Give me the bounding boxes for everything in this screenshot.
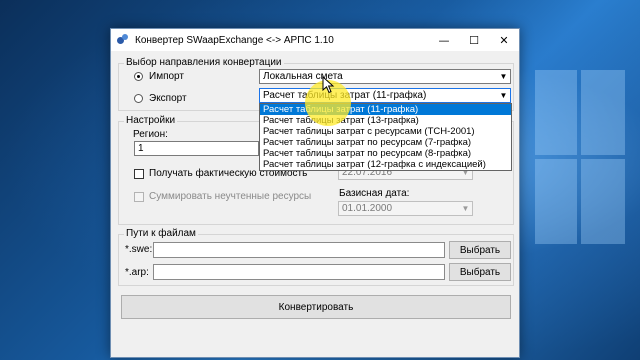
import-format-combo[interactable]: Локальная смета ▼ bbox=[259, 69, 511, 84]
settings-group-legend: Настройки bbox=[124, 115, 178, 126]
paths-group-legend: Пути к файлам bbox=[124, 228, 198, 239]
region-label: Регион: bbox=[133, 129, 168, 140]
export-format-dropdown-list: Расчет таблицы затрат (11-графка) Расчет… bbox=[259, 103, 512, 171]
export-format-combo[interactable]: Расчет таблицы затрат (11-графка) ▼ bbox=[259, 88, 511, 103]
dropdown-option[interactable]: Расчет таблицы затрат (13-графка) bbox=[260, 115, 511, 126]
browse-arp-button[interactable]: Выбрать bbox=[449, 263, 511, 281]
swe-path-input[interactable] bbox=[153, 242, 445, 258]
region-combo[interactable]: 1 bbox=[134, 141, 259, 156]
actual-cost-checkbox[interactable] bbox=[134, 169, 144, 179]
import-radio[interactable] bbox=[134, 72, 143, 81]
convert-button[interactable]: Конвертировать bbox=[121, 295, 511, 319]
maximize-button[interactable]: ☐ bbox=[459, 29, 489, 51]
window-title: Конвертер SWaapExchange <-> АРПС 1.10 bbox=[135, 34, 334, 46]
swe-path-label: *.swe: bbox=[125, 244, 153, 255]
export-radio[interactable] bbox=[134, 94, 143, 103]
dropdown-option[interactable]: Расчет таблицы затрат (12-графка с индек… bbox=[260, 159, 511, 170]
title-bar[interactable]: Конвертер SWaapExchange <-> АРПС 1.10 — … bbox=[111, 29, 519, 51]
browse-swe-button[interactable]: Выбрать bbox=[449, 241, 511, 259]
chevron-down-icon[interactable]: ▼ bbox=[497, 70, 510, 83]
close-button[interactable]: ✕ bbox=[489, 29, 519, 51]
base-date-value: 01.01.2000 bbox=[342, 203, 393, 214]
import-label[interactable]: Импорт bbox=[149, 71, 184, 82]
dropdown-option[interactable]: Расчет таблицы затрат (11-графка) bbox=[260, 104, 511, 115]
windows-logo bbox=[535, 70, 625, 250]
export-label[interactable]: Экспорт bbox=[149, 93, 187, 104]
app-icon bbox=[117, 34, 129, 46]
arp-path-input[interactable] bbox=[153, 264, 445, 280]
sum-resources-checkbox[interactable] bbox=[134, 192, 144, 202]
dropdown-option[interactable]: Расчет таблицы затрат с ресурсами (ТСН-2… bbox=[260, 126, 511, 137]
chevron-down-icon[interactable]: ▼ bbox=[459, 202, 472, 215]
base-date-label: Базисная дата: bbox=[339, 188, 410, 199]
direction-group-legend: Выбор направления конвертации bbox=[124, 57, 284, 68]
sum-resources-label[interactable]: Суммировать неучтенные ресурсы bbox=[149, 191, 311, 202]
dropdown-option[interactable]: Расчет таблицы затрат по ресурсам (7-гра… bbox=[260, 137, 511, 148]
dropdown-option[interactable]: Расчет таблицы затрат по ресурсам (8-гра… bbox=[260, 148, 511, 159]
base-date-combo[interactable]: 01.01.2000 ▼ bbox=[338, 201, 473, 216]
chevron-down-icon[interactable]: ▼ bbox=[497, 89, 510, 102]
region-value: 1 bbox=[138, 143, 144, 154]
mouse-pointer-icon bbox=[322, 76, 335, 94]
minimize-button[interactable]: — bbox=[429, 29, 459, 51]
arp-path-label: *.arp: bbox=[125, 267, 149, 278]
converter-dialog: Конвертер SWaapExchange <-> АРПС 1.10 — … bbox=[110, 28, 520, 358]
